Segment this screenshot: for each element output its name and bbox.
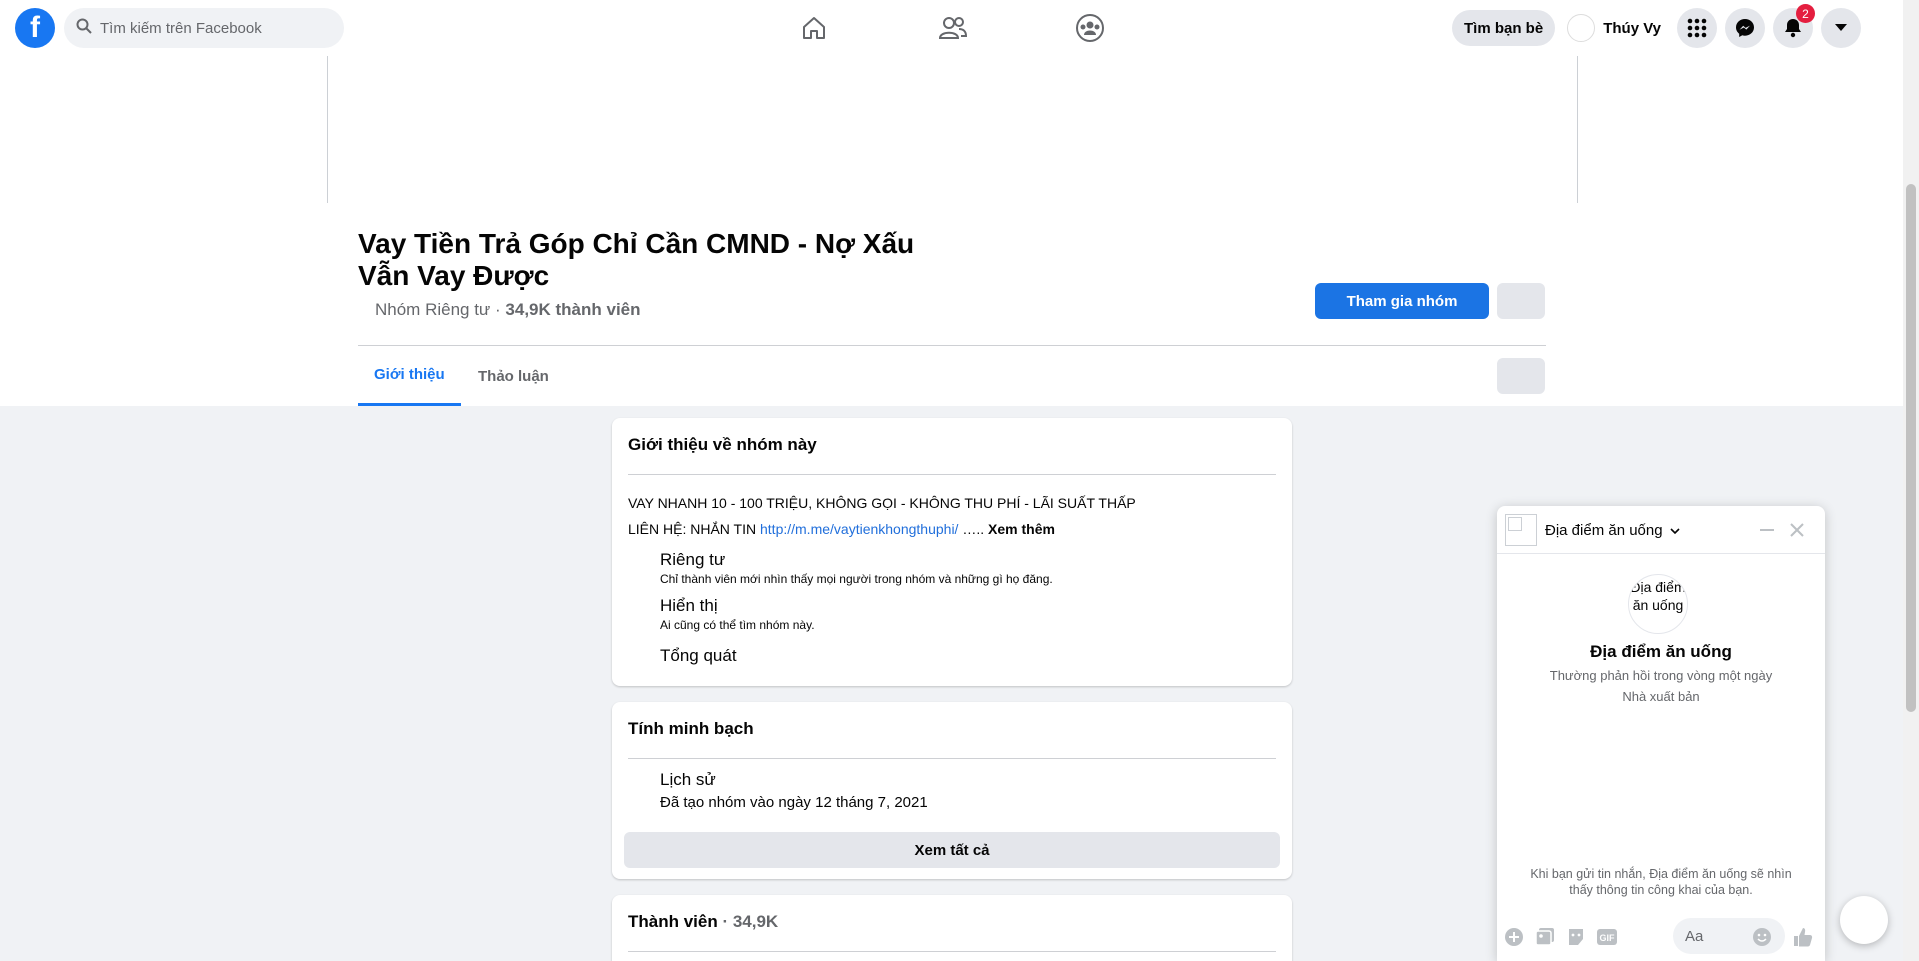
profile-button[interactable]: Thúy Vy <box>1563 10 1669 46</box>
account-menu-button[interactable] <box>1821 8 1861 48</box>
history-title: Lịch sử <box>660 770 716 789</box>
cover-photo <box>327 56 1578 203</box>
chat-title-text: Địa điểm ăn uống <box>1545 522 1663 539</box>
group-title-line1: Vay Tiền Trả Góp Chỉ Cần CMND - Nợ Xấu <box>358 228 915 259</box>
like-icon[interactable] <box>1792 926 1814 948</box>
close-icon[interactable] <box>1787 520 1807 540</box>
messenger-button[interactable] <box>1725 8 1765 48</box>
card-divider <box>628 951 1276 952</box>
chat-profile-role: Nhà xuất bản <box>1622 689 1700 704</box>
description-contact: LIÊN HỆ: NHẮN TIN <box>628 521 760 537</box>
join-group-label: Tham gia nhóm <box>1346 292 1458 310</box>
group-title-line2: Vẫn Vay Được <box>358 260 550 291</box>
search-input[interactable] <box>100 19 320 37</box>
avatar <box>1567 14 1596 42</box>
notification-badge: 2 <box>1796 4 1815 23</box>
messenger-link[interactable]: http://m.me/vaytienkhongthuphi/ <box>760 521 958 537</box>
members-card-title: Thành viên · 34,9K <box>628 912 778 932</box>
grid-icon <box>1687 18 1707 38</box>
visibility-description: Ai cũng có thể tìm nhóm này. <box>660 618 815 632</box>
chat-title[interactable]: Địa điểm ăn uống <box>1545 522 1680 539</box>
photo-icon[interactable] <box>1534 926 1556 948</box>
gif-icon[interactable]: GIF <box>1596 926 1618 948</box>
chevron-down-icon <box>1670 528 1680 535</box>
transparency-card: Tính minh bạch Lịch sử Đã tạo nhóm vào n… <box>612 702 1292 879</box>
visibility-title: Hiển thị <box>660 596 718 615</box>
group-privacy: Nhóm Riêng tư · <box>375 300 506 319</box>
group-meta: Nhóm Riêng tư · 34,9K thành viên <box>375 300 641 320</box>
home-icon[interactable] <box>798 12 830 44</box>
chat-profile-avatar[interactable]: Địa điểm ăn uống <box>1628 574 1688 634</box>
find-friends-button[interactable]: Tìm bạn bè <box>1452 10 1556 46</box>
about-card-title: Giới thiệu về nhóm này <box>628 435 817 454</box>
scrollbar-thumb[interactable] <box>1906 184 1916 712</box>
member-count-link[interactable]: 34,9K thành viên <box>505 300 640 319</box>
description-line2: LIÊN HỆ: NHẮN TIN http://m.me/vaytienkho… <box>628 521 1055 537</box>
chat-profile-name[interactable]: Địa điểm ăn uống <box>1497 642 1825 662</box>
chat-window: Địa điểm ăn uống Địa điểm ăn uống Địa đi… <box>1497 506 1825 961</box>
page-scrollbar[interactable] <box>1903 0 1919 961</box>
privacy-title: Riêng tư <box>660 550 726 569</box>
notifications-button[interactable]: 2 <box>1773 4 1815 48</box>
card-divider <box>628 758 1276 759</box>
history-description: Đã tạo nhóm vào ngày 12 tháng 7, 2021 <box>660 794 928 811</box>
tab-discussion[interactable]: Thảo luận <box>462 346 565 406</box>
chat-privacy-note: Khi bạn gửi tin nhắn, Địa điểm ăn uống s… <box>1530 867 1792 897</box>
chat-response-time: Thường phản hồi trong vòng một ngày <box>1549 668 1773 683</box>
groups-icon[interactable] <box>1074 12 1106 44</box>
chat-header[interactable]: Địa điểm ăn uống <box>1497 506 1825 554</box>
search-box[interactable] <box>64 8 344 48</box>
minimize-icon[interactable] <box>1757 520 1777 540</box>
sticker-icon[interactable] <box>1565 926 1587 948</box>
group-header: Vay Tiền Trả Góp Chỉ Cần CMND - Nợ Xấu V… <box>0 56 1903 406</box>
transparency-card-title: Tính minh bạch <box>628 719 754 738</box>
chat-page-avatar <box>1505 514 1537 546</box>
members-title: Thành viên <box>628 912 718 931</box>
description-ellipsis: ….. <box>958 521 989 537</box>
top-navigation-bar: f Tìm bạn bè Thúy Vy <box>0 0 1903 56</box>
more-options-button[interactable] <box>1497 283 1545 319</box>
privacy-description: Chỉ thành viên mới nhìn thấy mọi người t… <box>660 572 1053 586</box>
chevron-down-icon <box>1835 24 1847 31</box>
join-group-button[interactable]: Tham gia nhóm <box>1315 283 1489 319</box>
menu-grid-button[interactable] <box>1677 8 1717 48</box>
plus-circle-icon[interactable] <box>1503 926 1525 948</box>
card-divider <box>628 474 1276 475</box>
members-count: · 34,9K <box>717 912 779 931</box>
search-icon <box>76 18 92 39</box>
profile-name: Thúy Vy <box>1603 19 1661 37</box>
description-line1: VAY NHANH 10 - 100 TRIỆU, KHÔNG GỌI - KH… <box>628 495 1136 511</box>
emoji-icon[interactable] <box>1751 926 1773 948</box>
tab-about[interactable]: Giới thiệu <box>358 346 461 406</box>
new-message-button[interactable] <box>1840 896 1888 944</box>
messenger-icon <box>1736 19 1754 37</box>
tab-more-button[interactable] <box>1497 358 1545 394</box>
about-card: Giới thiệu về nhóm này VAY NHANH 10 - 10… <box>612 418 1292 686</box>
facebook-logo-icon[interactable]: f <box>15 8 55 48</box>
see-all-button[interactable]: Xem tất cả <box>624 832 1280 868</box>
page-title: Vay Tiền Trả Góp Chỉ Cần CMND - Nợ Xấu V… <box>358 228 938 292</box>
members-card: Thành viên · 34,9K <box>612 895 1292 961</box>
see-more-link[interactable]: Xem thêm <box>988 521 1055 537</box>
svg-text:GIF: GIF <box>1600 933 1616 943</box>
general-title: Tổng quát <box>660 646 737 665</box>
friends-icon[interactable] <box>937 12 969 44</box>
